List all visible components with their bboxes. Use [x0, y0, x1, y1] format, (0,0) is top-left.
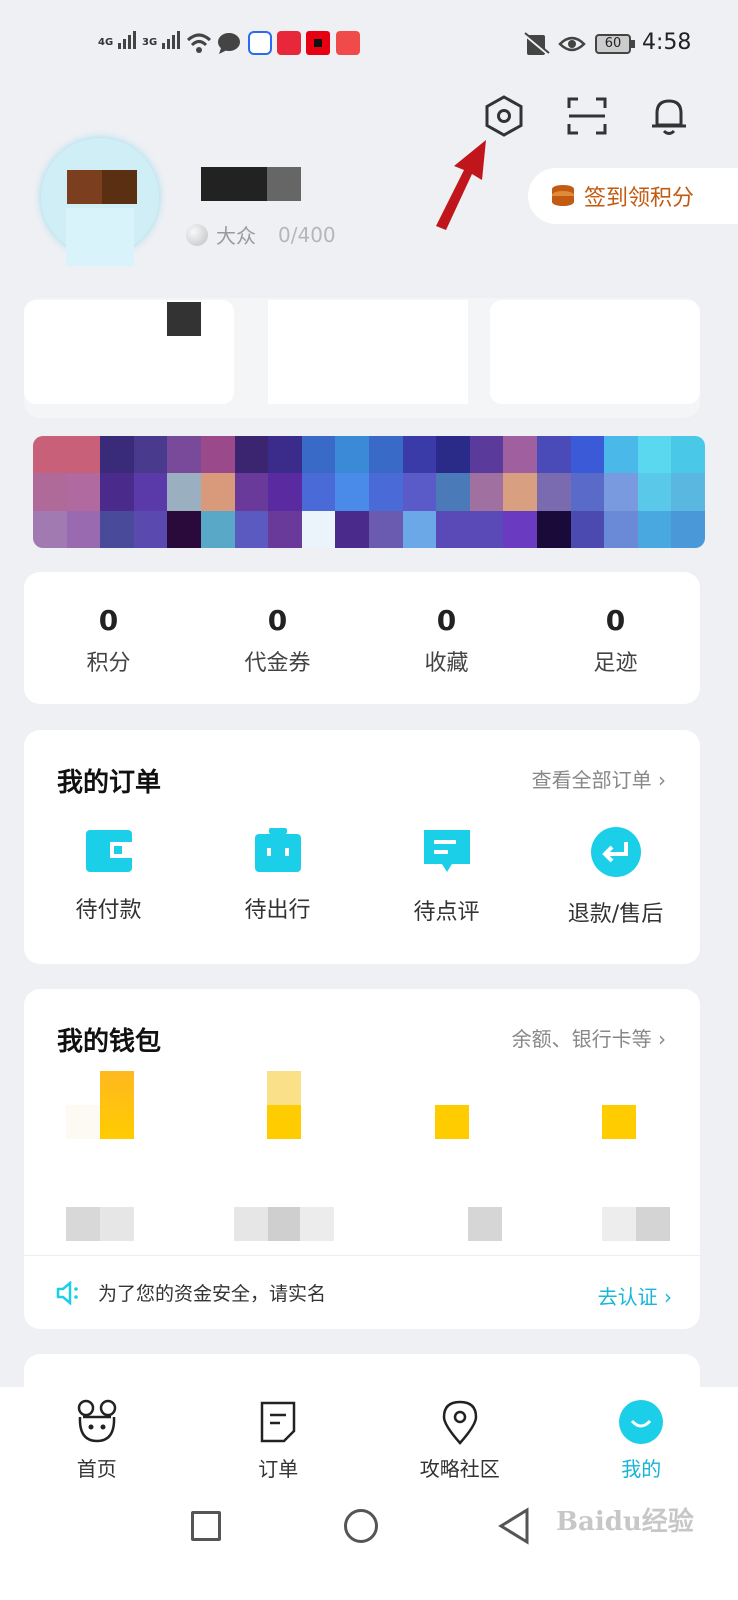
order-icon [261, 1401, 296, 1443]
scan-icon [567, 97, 607, 135]
level-badge-icon [186, 223, 208, 246]
profile-icon [619, 1400, 664, 1444]
chevron-right-icon: › [664, 1285, 672, 1309]
nav-orders[interactable]: 订单 [218, 1399, 338, 1482]
eye-comfort-icon [558, 36, 586, 52]
member-cards[interactable] [24, 298, 700, 418]
app-red-icon [306, 31, 330, 55]
huawei-app-icon [336, 31, 360, 55]
nav-community[interactable]: 攻略社区 [400, 1399, 520, 1482]
annotation-arrow [436, 140, 486, 230]
card-mosaic [24, 300, 234, 404]
checkin-button[interactable]: 签到领积分 [528, 168, 738, 224]
wallet-item-mosaic[interactable] [602, 1105, 636, 1139]
comment-icon [423, 830, 470, 872]
nav-home[interactable]: 首页 [37, 1399, 157, 1482]
orders-title: 我的订单 [57, 768, 162, 798]
coin-stack-icon [552, 185, 574, 206]
home-system-button[interactable] [344, 1509, 378, 1543]
battery-icon: 60 [595, 34, 631, 54]
stats-card: 0 积分 0 代金券 0 收藏 0 足迹 [24, 572, 700, 704]
chevron-right-icon: › [658, 1027, 666, 1051]
back-button[interactable] [497, 1507, 531, 1545]
home-icon [77, 1399, 116, 1443]
wallet-item-mosaic[interactable] [267, 1071, 301, 1139]
stat-favorites[interactable]: 0 收藏 [367, 604, 527, 677]
signal-bars-icon [118, 30, 138, 49]
card-mosaic [268, 300, 468, 404]
no-sim-icon [523, 32, 550, 56]
wallet-item-mosaic[interactable] [100, 1071, 134, 1139]
stat-vouchers[interactable]: 0 代金券 [198, 604, 358, 677]
stat-points[interactable]: 0 积分 [29, 604, 189, 677]
notification-button[interactable] [646, 93, 692, 139]
member-level[interactable]: 大众 0/400 [186, 220, 336, 249]
username-mosaic [201, 167, 301, 201]
wallet-item-mosaic [66, 1105, 100, 1139]
stat-history[interactable]: 0 足迹 [536, 604, 696, 677]
avatar-mosaic [66, 208, 134, 266]
card-mosaic [167, 302, 201, 336]
order-refund[interactable]: 退款/售后 [532, 826, 700, 928]
signal-3g: 3G [142, 30, 182, 49]
wallet-label-mosaic [234, 1207, 334, 1241]
wallet-item-mosaic[interactable] [435, 1105, 469, 1139]
order-pending-payment[interactable]: 待付款 [25, 826, 193, 928]
wallet-label-mosaic [66, 1207, 134, 1241]
recent-apps-button[interactable] [191, 1511, 221, 1541]
order-pending-review[interactable]: 待点评 [363, 826, 531, 928]
scan-button[interactable] [564, 93, 610, 139]
card-mosaic [490, 300, 700, 404]
bell-icon [652, 99, 686, 135]
avatar-mosaic [67, 170, 137, 204]
location-icon [442, 1400, 478, 1445]
battery-tip [631, 40, 635, 48]
wallet-label-mosaic [468, 1207, 502, 1241]
wallet-label-mosaic [602, 1207, 670, 1241]
wallet-card: 我的钱包 余额、银行卡等 › 为了您的资金安全，请实名 去认证 › [24, 989, 700, 1329]
chevron-right-icon: › [658, 768, 666, 792]
baidu-watermark: Baidu经验 [556, 1507, 694, 1537]
signal-bars-icon [162, 30, 182, 49]
orders-card: 我的订单 查看全部订单 › 待付款 待出行 待点评 退款/售后 [24, 730, 700, 964]
settings-button[interactable] [481, 93, 527, 139]
nav-mine[interactable]: 我的 [581, 1399, 701, 1482]
wifi-icon [186, 33, 212, 53]
promo-banner[interactable] [33, 436, 705, 548]
clock: 4:58 [642, 30, 692, 55]
verify-link[interactable]: 去认证 › [598, 1281, 672, 1310]
wallet-title: 我的钱包 [57, 1027, 162, 1057]
suitcase-icon [254, 828, 301, 872]
order-pending-travel[interactable]: 待出行 [194, 826, 362, 928]
view-all-orders-link[interactable]: 查看全部订单 › [532, 764, 666, 793]
settings-hexagon-icon [485, 95, 523, 137]
app-notification-icon [248, 31, 272, 55]
wallet-icon [85, 830, 132, 872]
chat-bubble-icon [218, 33, 240, 54]
bottom-nav: 首页 订单 攻略社区 我的 Baidu经验 [0, 1387, 738, 1600]
wallet-details-link[interactable]: 余额、银行卡等 › [512, 1023, 666, 1052]
signal-4g: 4G [98, 30, 138, 49]
security-notice: 为了您的资金安全，请实名 [56, 1279, 326, 1306]
speaker-icon [56, 1280, 78, 1305]
taobao-icon [277, 31, 301, 55]
divider [24, 1255, 700, 1256]
refund-icon [590, 827, 641, 877]
status-bar: 4G 3G 60 4:58 [0, 0, 738, 90]
